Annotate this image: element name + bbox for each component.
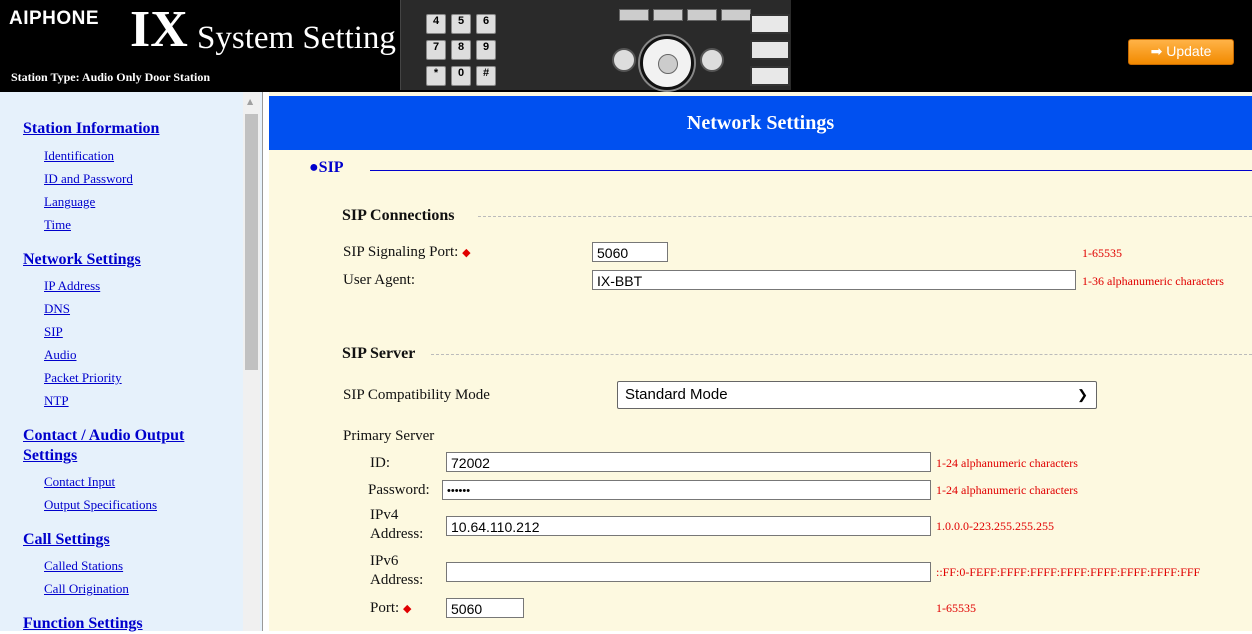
port-input[interactable]: 5060 (446, 598, 524, 618)
nav-called-stations[interactable]: Called Stations (44, 558, 123, 574)
strip-3 (687, 9, 717, 21)
station-type: Station Type: Audio Only Door Station (11, 70, 211, 84)
user-agent-label: User Agent: (343, 272, 416, 288)
nav-id-and-password[interactable]: ID and Password (44, 171, 133, 187)
key-6: 6 (476, 14, 496, 34)
strip-2 (653, 9, 683, 21)
nav-ip-address[interactable]: IP Address (44, 278, 100, 294)
key-0: 0 (451, 66, 471, 86)
ipv4-label-2: Address: (370, 526, 424, 542)
primary-server-label: Primary Server (343, 428, 435, 444)
sip-server-title: SIP Server (342, 345, 416, 362)
nav-time[interactable]: Time (44, 217, 71, 233)
strip-4 (721, 9, 751, 21)
key-8: 8 (451, 40, 471, 60)
content-area (269, 92, 1252, 631)
strip-1 (619, 9, 649, 21)
ipv6-input[interactable] (446, 562, 931, 582)
sip-connections-divider (478, 216, 1252, 217)
nav-network-settings[interactable]: Network Settings (23, 250, 141, 270)
id-label: ID: (370, 455, 390, 471)
nav-sip[interactable]: SIP (44, 324, 63, 340)
key-hash: # (476, 66, 496, 86)
nav-contact-audio-output-settings-2[interactable]: Settings (23, 446, 77, 466)
required-icon: ◆ (402, 603, 412, 615)
key-7: 7 (426, 40, 446, 60)
brand-logo: AIPHONE (9, 8, 100, 29)
page-banner: Network Settings (269, 96, 1252, 150)
nav-output-specifications[interactable]: Output Specifications (44, 497, 157, 513)
update-button[interactable]: ➡ Update (1128, 39, 1234, 65)
sip-section-title: ●SIP (309, 159, 344, 176)
port-label: Port: ◆ (370, 600, 412, 616)
chevron-down-icon: ❯ (1077, 387, 1088, 402)
password-label: Password: (368, 482, 430, 498)
ipv6-label-2: Address: (370, 572, 424, 588)
signaling-port-input[interactable]: 5060 (592, 242, 668, 262)
sip-divider (370, 170, 1252, 171)
password-input[interactable]: •••••• (442, 480, 931, 500)
compat-mode-label: SIP Compatibility Mode (343, 387, 490, 403)
app-title: System Setting (197, 20, 396, 56)
nav-language[interactable]: Language (44, 194, 95, 210)
nav-function-settings[interactable]: Function Settings (23, 614, 143, 634)
signaling-port-hint: 1-65535 (1082, 246, 1122, 260)
user-agent-hint: 1-36 alphanumeric characters (1082, 274, 1224, 288)
nav-identification[interactable]: Identification (44, 148, 114, 164)
side-button-1 (750, 14, 790, 34)
nav-station-information[interactable]: Station Information (23, 119, 159, 139)
key-icon (612, 48, 636, 72)
ix-logo: IX (130, 1, 188, 58)
port-hint: 1-65535 (936, 601, 976, 615)
password-hint: 1-24 alphanumeric characters (936, 483, 1078, 497)
nav-contact-audio-output-settings[interactable]: Contact / Audio Output (23, 426, 184, 446)
id-hint: 1-24 alphanumeric characters (936, 456, 1078, 470)
scroll-up-icon[interactable]: ▲ (247, 97, 253, 106)
id-input[interactable]: 72002 (446, 452, 931, 472)
nav-dns[interactable]: DNS (44, 301, 70, 317)
nav-call-origination[interactable]: Call Origination (44, 581, 129, 597)
signaling-port-label: SIP Signaling Port: ◆ (343, 244, 471, 260)
ipv4-hint: 1.0.0.0-223.255.255.255 (936, 519, 1054, 533)
ipv6-label-1: IPv6 (370, 553, 399, 569)
nav-ntp[interactable]: NTP (44, 393, 69, 409)
key-star: * (426, 66, 446, 86)
nav-audio[interactable]: Audio (44, 347, 77, 363)
sip-connections-title: SIP Connections (342, 207, 455, 224)
key-4: 4 (426, 14, 446, 34)
ipv6-hint: ::FF:0-FEFF:FFFF:FFFF:FFFF:FFFF:FFFF:FFF… (936, 565, 1201, 579)
compat-mode-select[interactable]: Standard Mode ❯ (617, 381, 1097, 409)
dpad-center (658, 54, 678, 74)
sip-server-divider (431, 354, 1252, 355)
sidebar-scroll-thumb[interactable] (245, 114, 258, 370)
required-icon: ◆ (462, 247, 471, 259)
key-5: 5 (451, 14, 471, 34)
nav-call-settings[interactable]: Call Settings (23, 530, 110, 550)
ipv4-input[interactable]: 10.64.110.212 (446, 516, 931, 536)
dpad-icon (640, 36, 694, 90)
app-header: AIPHONE IX System Setting Station Type: … (0, 0, 1252, 92)
nav-contact-input[interactable]: Contact Input (44, 474, 115, 490)
key-9: 9 (476, 40, 496, 60)
call-icon (700, 48, 724, 72)
nav-packet-priority[interactable]: Packet Priority (44, 370, 122, 386)
side-button-2 (750, 40, 790, 60)
side-button-3 (750, 66, 790, 86)
ipv4-label-1: IPv4 (370, 507, 399, 523)
user-agent-input[interactable]: IX-BBT (592, 270, 1076, 290)
